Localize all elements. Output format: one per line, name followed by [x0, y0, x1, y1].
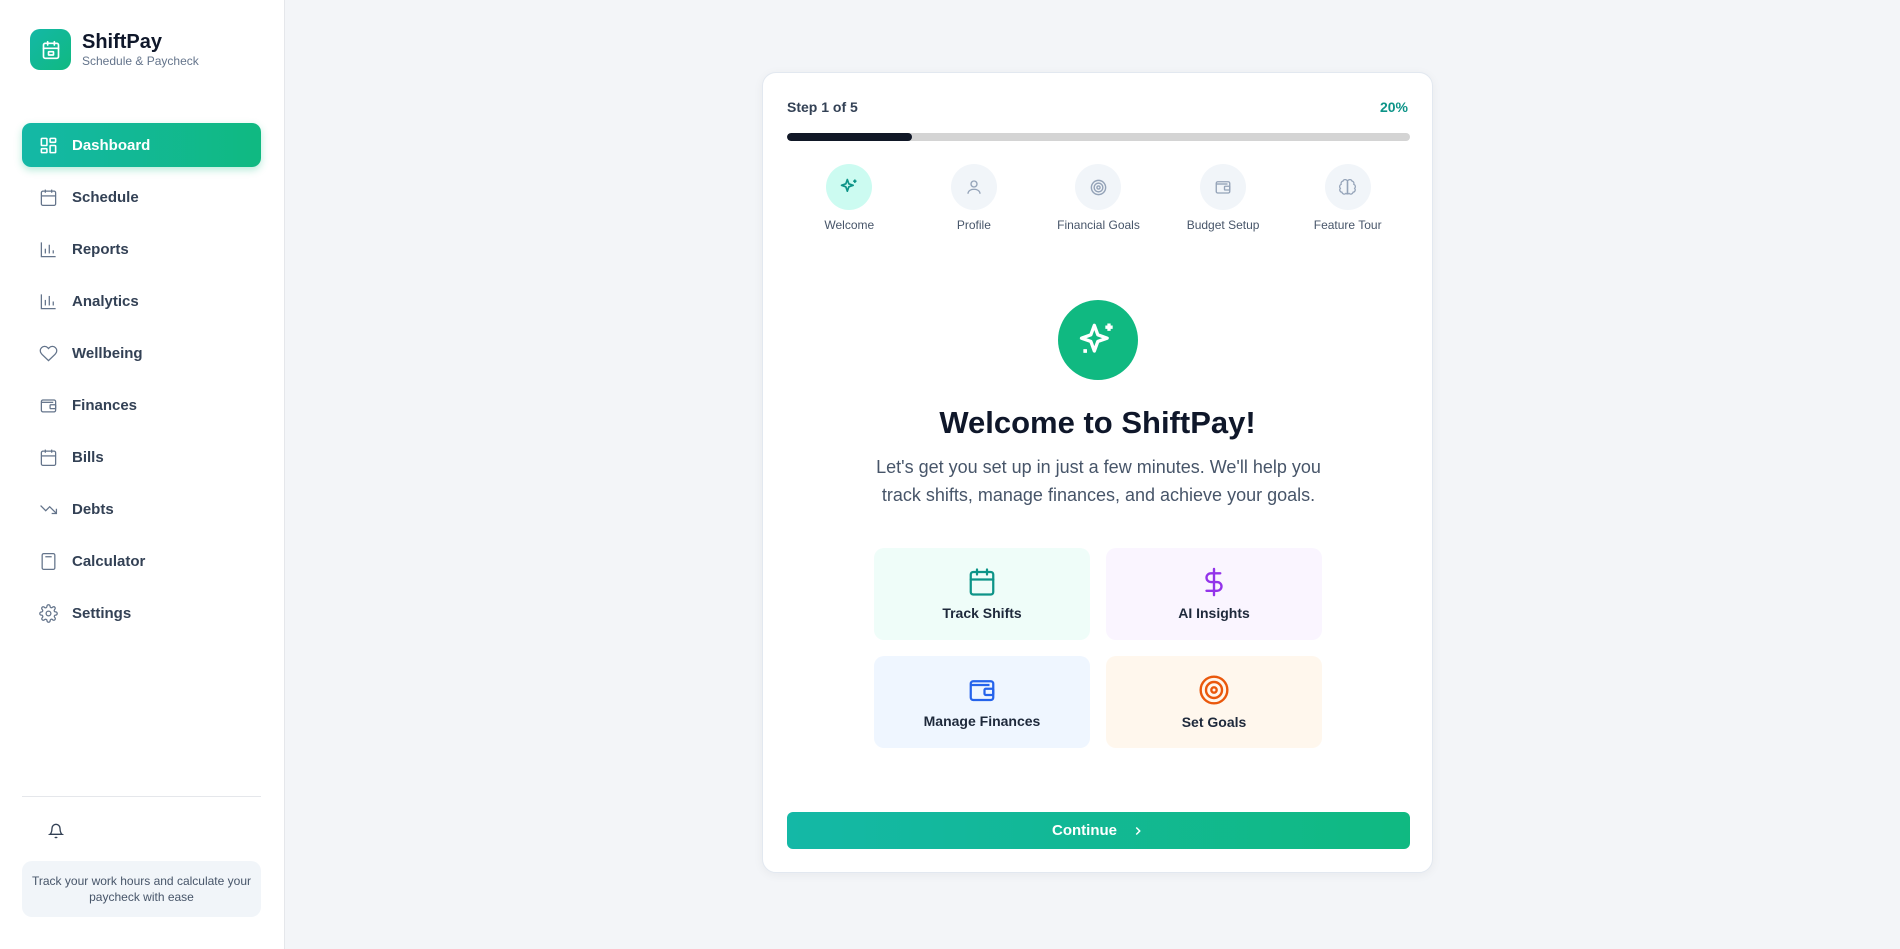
dashboard-icon: [38, 135, 58, 155]
brain-icon: [1324, 164, 1371, 210]
calendar-icon: [38, 447, 58, 467]
calendar-icon: [42, 40, 59, 59]
sidebar-item-calculator[interactable]: Calculator: [22, 539, 261, 583]
step-welcome[interactable]: Welcome: [787, 164, 912, 232]
step-label: Feature Tour: [1313, 218, 1382, 232]
step-label: Welcome: [824, 218, 875, 232]
feature-label: AI Insights: [1178, 605, 1250, 621]
user-icon: [950, 164, 997, 210]
step-label: Budget Setup: [1186, 218, 1260, 232]
calculator-icon: [38, 551, 58, 571]
sidebar-item-label: Finances: [72, 396, 138, 414]
continue-button[interactable]: Continue: [787, 812, 1410, 849]
wallet-icon: [38, 395, 58, 415]
wallet-icon: [969, 680, 995, 702]
calendar-icon: [38, 187, 58, 207]
chevron-right-icon: [1131, 824, 1145, 838]
gear-icon: [38, 603, 58, 623]
progress-percent: 20%: [1379, 99, 1408, 115]
wallet-icon: [1200, 164, 1247, 210]
progress-fill: [787, 133, 912, 141]
bell-icon[interactable]: [46, 821, 66, 841]
feature-track-shifts[interactable]: Track Shifts: [874, 548, 1090, 640]
sidebar: ShiftPay Schedule & Paycheck Dashboard S…: [0, 0, 285, 949]
sidebar-item-label: Bills: [72, 448, 104, 466]
step-profile[interactable]: Profile: [912, 164, 1037, 232]
sidebar-item-label: Reports: [72, 240, 129, 258]
sidebar-item-wellbeing[interactable]: Wellbeing: [22, 331, 261, 375]
sidebar-item-label: Calculator: [72, 552, 146, 570]
trending-down-icon: [38, 499, 58, 519]
sidebar-nav: Dashboard Schedule Reports Analytics Wel…: [22, 123, 261, 643]
sidebar-item-debts[interactable]: Debts: [22, 487, 261, 531]
progress-bar: [787, 133, 1410, 141]
calendar-icon: [969, 568, 995, 596]
target-icon: [1075, 164, 1122, 210]
sidebar-item-settings[interactable]: Settings: [22, 591, 261, 635]
page-title: Welcome to ShiftPay!: [939, 405, 1256, 440]
target-icon: [1199, 675, 1229, 705]
step-budget-setup[interactable]: Budget Setup: [1161, 164, 1286, 232]
feature-label: Set Goals: [1181, 714, 1247, 730]
sidebar-item-dashboard[interactable]: Dashboard: [22, 123, 261, 167]
feature-set-goals[interactable]: Set Goals: [1106, 656, 1322, 748]
sidebar-item-label: Debts: [72, 500, 114, 518]
sidebar-item-bills[interactable]: Bills: [22, 435, 261, 479]
brand[interactable]: ShiftPay Schedule & Paycheck: [30, 29, 199, 70]
sidebar-item-label: Settings: [72, 604, 132, 622]
sidebar-item-label: Schedule: [72, 188, 139, 206]
dollar-icon: [1205, 567, 1223, 597]
feature-grid: Track Shifts AI Insights Manage Finances…: [874, 548, 1322, 748]
sparkles-icon: [1058, 300, 1138, 380]
sidebar-item-label: Analytics: [72, 292, 139, 310]
feature-manage-finances[interactable]: Manage Finances: [874, 656, 1090, 748]
feature-label: Manage Finances: [923, 713, 1041, 729]
bar-chart-icon: [38, 239, 58, 259]
brand-name: ShiftPay: [82, 31, 163, 53]
sidebar-divider: [22, 796, 261, 797]
continue-label: Continue: [1052, 822, 1117, 839]
sparkles-icon: [826, 164, 873, 210]
sidebar-item-finances[interactable]: Finances: [22, 383, 261, 427]
feature-label: Track Shifts: [942, 605, 1022, 621]
page-subtitle: Let's get you set up in just a few minut…: [876, 457, 1321, 505]
step-counter: Step 1 of 5: [787, 99, 858, 115]
sidebar-item-reports[interactable]: Reports: [22, 227, 261, 271]
sidebar-item-label: Dashboard: [72, 136, 151, 154]
sidebar-item-analytics[interactable]: Analytics: [22, 279, 261, 323]
heart-icon: [38, 343, 58, 363]
step-label: Profile: [956, 218, 991, 232]
sidebar-item-label: Wellbeing: [72, 344, 143, 362]
step-financial-goals[interactable]: Financial Goals: [1036, 164, 1161, 232]
feature-ai-insights[interactable]: AI Insights: [1106, 548, 1322, 640]
step-indicator: Welcome Profile Financial Goals Budget S…: [787, 164, 1410, 232]
brand-tagline: Schedule & Paycheck: [82, 54, 199, 68]
step-feature-tour[interactable]: Feature Tour: [1285, 164, 1410, 232]
bar-chart-icon: [38, 291, 58, 311]
onboarding-card: Step 1 of 5 20% Welcome Profile Financia…: [762, 72, 1433, 873]
step-label: Financial Goals: [1057, 218, 1140, 232]
sidebar-tip: Track your work hours and calculate your…: [22, 861, 261, 917]
sidebar-item-schedule[interactable]: Schedule: [22, 175, 261, 219]
brand-logo: [30, 29, 71, 70]
